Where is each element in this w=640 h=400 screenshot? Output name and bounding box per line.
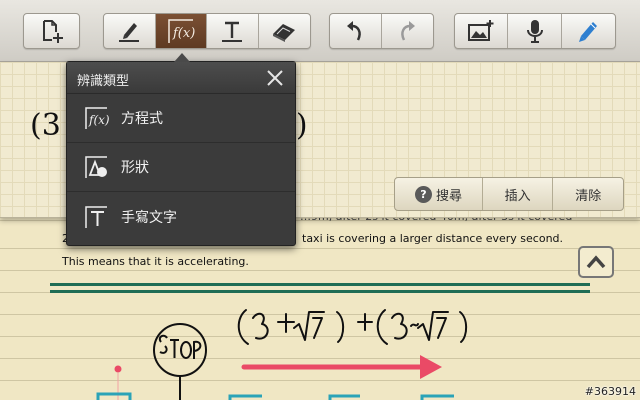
close-icon[interactable] <box>265 68 285 88</box>
handwritten-formula <box>237 309 468 345</box>
redo-button[interactable] <box>382 14 434 48</box>
formula-tool-button[interactable]: f(x) <box>155 14 207 48</box>
arrow-drawing <box>241 355 442 379</box>
watermark-label: #363914 <box>584 385 636 398</box>
undo-button[interactable] <box>330 14 382 48</box>
toolbar: f(x) <box>0 0 640 62</box>
recognition-option-formula[interactable]: f(x) 方程式 <box>67 94 295 143</box>
page-add-icon <box>42 20 63 43</box>
text-icon <box>222 21 243 42</box>
shape-icon <box>85 156 107 178</box>
page-tool-group <box>23 13 80 49</box>
text-icon <box>85 205 107 228</box>
text-tool-button[interactable] <box>207 14 259 48</box>
redo-icon <box>401 21 416 41</box>
search-button[interactable]: ? 搜尋 <box>395 178 483 210</box>
recognition-type-popup: 辨識類型 f(x) 方程式 形狀 手寫文字 <box>66 61 296 246</box>
insert-image-button[interactable] <box>455 14 509 48</box>
insert-label: 插入 <box>504 188 531 204</box>
popup-header: 辨識類型 <box>67 62 295 94</box>
popup-caret <box>174 53 190 62</box>
popup-title: 辨識類型 <box>77 74 130 89</box>
option-label-handwriting: 手寫文字 <box>121 209 177 226</box>
tools-group: f(x) <box>103 13 311 49</box>
search-label: 搜尋 <box>435 188 462 204</box>
insert-group <box>454 13 616 49</box>
eraser-icon <box>273 24 296 42</box>
microphone-icon <box>526 20 543 43</box>
option-label-formula: 方程式 <box>121 111 163 127</box>
recognized-formula-left: (3 <box>30 108 61 143</box>
insert-image-icon <box>468 20 494 41</box>
pen-icon <box>119 23 140 42</box>
stop-sign-drawing <box>153 323 207 400</box>
recognition-option-handwriting[interactable]: 手寫文字 <box>67 192 295 241</box>
red-dot-marker <box>114 365 122 373</box>
pen-tool-button[interactable] <box>104 14 156 48</box>
formula-icon: f(x) <box>85 107 109 129</box>
history-group <box>329 13 434 49</box>
help-search-icon: ? <box>414 185 432 203</box>
formula-icon: f(x) <box>168 19 195 43</box>
clear-label: 清除 <box>575 188 602 204</box>
teal-bracket-marks <box>96 392 454 400</box>
recognition-option-shape[interactable]: 形狀 <box>67 143 295 192</box>
option-label-shape: 形狀 <box>121 160 149 176</box>
insert-button[interactable]: 插入 <box>483 178 554 210</box>
clear-button[interactable]: 清除 <box>553 178 623 210</box>
svg-text:f(x): f(x) <box>88 113 109 127</box>
voice-record-button[interactable] <box>508 14 562 48</box>
pencil-button[interactable] <box>562 14 615 48</box>
pencil-icon <box>579 22 598 42</box>
add-page-button[interactable] <box>24 14 79 48</box>
eraser-tool-button[interactable] <box>259 14 311 48</box>
svg-text:f(x): f(x) <box>172 26 195 41</box>
undo-icon <box>347 21 362 41</box>
result-actions: ? 搜尋 插入 清除 <box>394 177 624 211</box>
